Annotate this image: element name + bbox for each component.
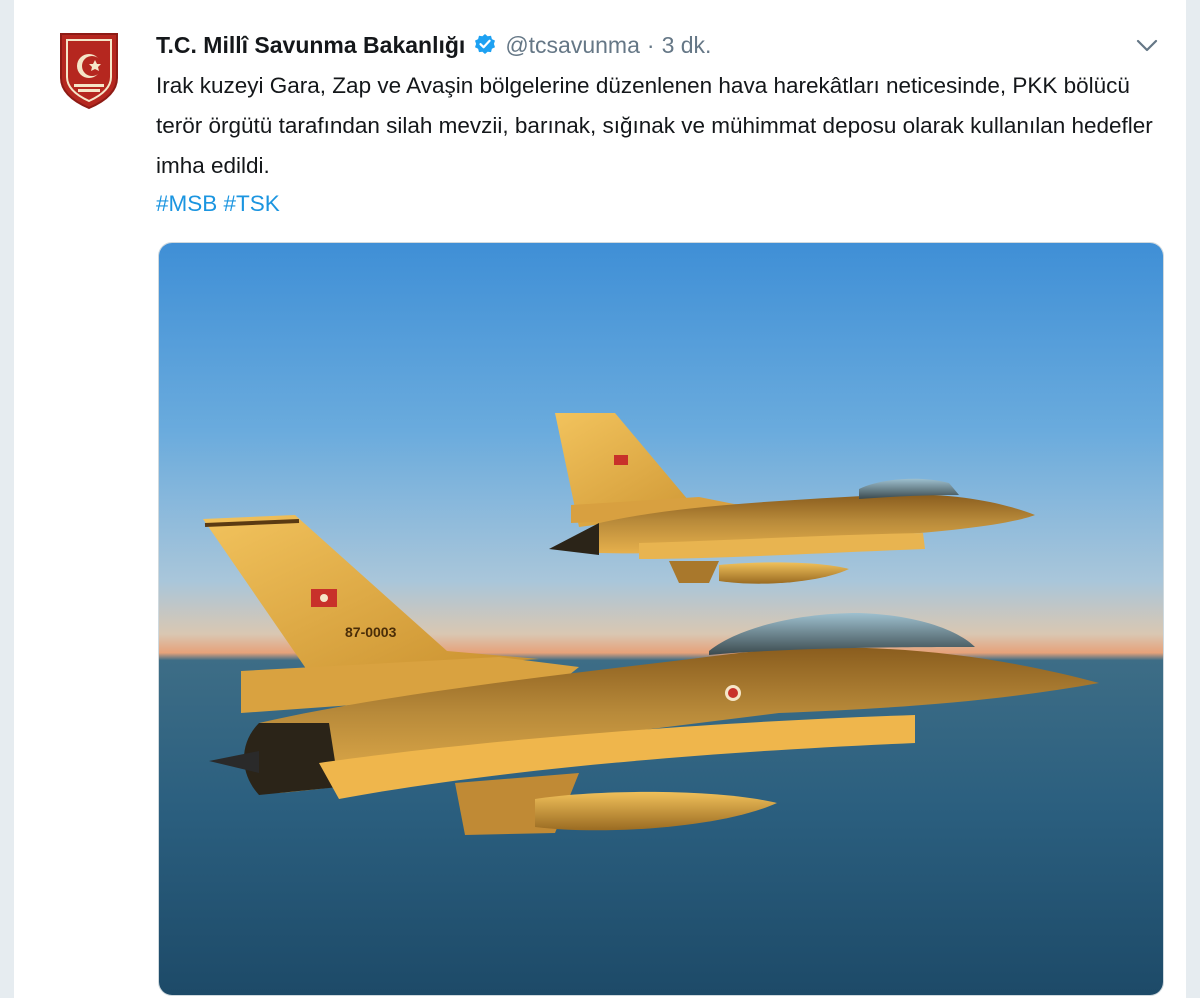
hashtag-tsk[interactable]: #TSK [224,191,280,216]
msb-emblem-icon[interactable] [58,30,120,110]
jet-tail-number: 87-0003 [345,624,397,640]
tweet-card: T.C. Millî Savunma Bakanlığı @tcsavunma … [14,0,1186,998]
chevron-down-icon[interactable] [1132,32,1162,58]
hashtags: #MSB #TSK [156,186,280,222]
tweet-timestamp[interactable]: 3 dk. [662,32,712,59]
separator-dot: · [646,31,655,58]
author-handle[interactable]: @tcsavunma [505,32,640,59]
hashtag-msb[interactable]: #MSB [156,191,217,216]
tweet-text: Irak kuzeyi Gara, Zap ve Avaşin bölgeler… [156,73,1153,178]
author-name[interactable]: T.C. Millî Savunma Bakanlığı [156,32,465,59]
verified-badge-icon [473,33,497,57]
tweet-header: T.C. Millî Savunma Bakanlığı @tcsavunma … [156,27,711,63]
tweet-media-image[interactable]: 87-0003 [158,242,1164,996]
fighter-jets-photo: 87-0003 [159,243,1163,995]
